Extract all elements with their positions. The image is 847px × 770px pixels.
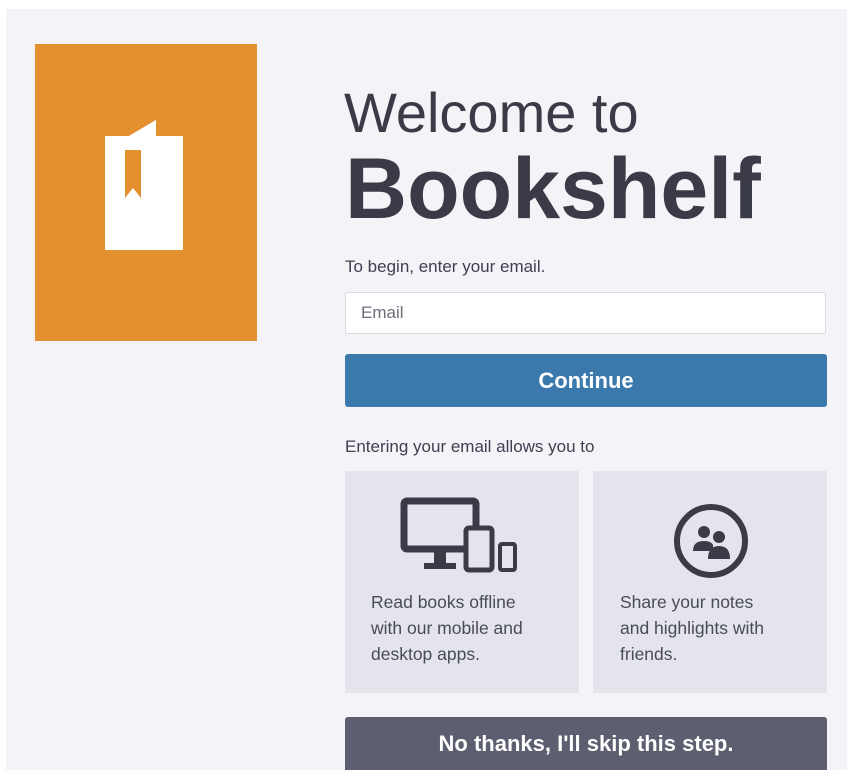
share-people-icon bbox=[674, 504, 748, 578]
welcome-page: Welcome to Bookshelf To begin, enter you… bbox=[6, 9, 847, 770]
bookshelf-logo bbox=[35, 44, 257, 341]
book-bookmark-icon bbox=[105, 120, 183, 250]
devices-icon bbox=[400, 497, 517, 573]
benefit-text-offline: Read books offline with our mobile and d… bbox=[371, 592, 523, 664]
email-field[interactable] bbox=[345, 292, 826, 334]
email-prompt: To begin, enter your email. bbox=[345, 257, 546, 276]
benefit-card-share: Share your notes and highlights with fri… bbox=[593, 471, 827, 693]
skip-button[interactable]: No thanks, I'll skip this step. bbox=[345, 717, 827, 770]
benefit-card-offline: Read books offline with our mobile and d… bbox=[345, 471, 579, 693]
welcome-heading: Welcome to bbox=[344, 81, 639, 144]
benefit-text-share: Share your notes and highlights with fri… bbox=[620, 592, 764, 664]
app-name-heading: Bookshelf bbox=[345, 141, 761, 237]
benefits-intro: Entering your email allows you to bbox=[345, 437, 595, 456]
continue-button[interactable]: Continue bbox=[345, 354, 827, 407]
